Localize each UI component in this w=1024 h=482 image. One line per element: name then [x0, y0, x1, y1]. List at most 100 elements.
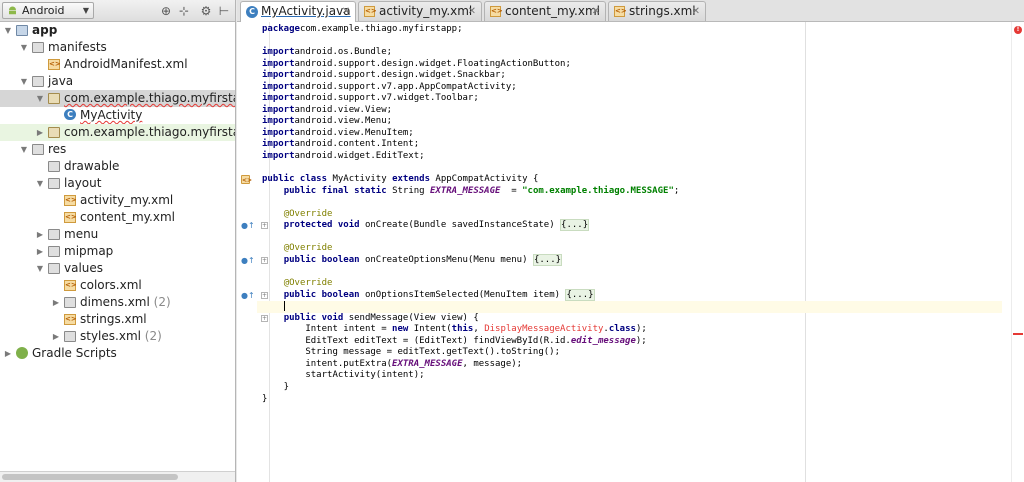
code-line[interactable]	[257, 301, 1002, 313]
override-icon[interactable]: ●↑	[241, 221, 255, 231]
code-line[interactable]: @Override	[262, 243, 1002, 255]
code-line[interactable]: packagecom.example.thiago.myfirstapp;	[262, 24, 1002, 36]
code-line[interactable]: }	[262, 382, 1002, 394]
code-line[interactable]: importandroid.content.Intent;	[262, 139, 1002, 151]
collapse-arrow-icon[interactable]: ▶	[50, 328, 62, 345]
settings-icon[interactable]: ⚙	[198, 3, 214, 19]
tree-node[interactable]: ▼ layout	[0, 175, 235, 192]
code-token: package	[262, 24, 300, 34]
sync-icon[interactable]: ⊕	[158, 3, 174, 19]
tree-node[interactable]: ▶ styles.xml (2)	[0, 328, 235, 345]
tree-node[interactable]: drawable	[0, 158, 235, 175]
code-line[interactable]	[262, 36, 1002, 48]
code-line[interactable]: importandroid.support.design.widget.Snac…	[262, 70, 1002, 82]
code-line[interactable]	[262, 232, 1002, 244]
fold-marker-icon[interactable]: +	[261, 257, 268, 264]
tree-node[interactable]: ▶ com.example.thiago.myfirstapp	[0, 124, 235, 141]
code-line[interactable]: importandroid.widget.EditText;	[262, 151, 1002, 163]
tree-node[interactable]: <> AndroidManifest.xml	[0, 56, 235, 73]
collapse-arrow-icon[interactable]: ▶	[34, 243, 46, 260]
folded-code-region[interactable]: {...}	[560, 219, 590, 232]
code-line[interactable]: @Override	[262, 278, 1002, 290]
code-line[interactable]	[262, 197, 1002, 209]
code-line[interactable]: startActivity(intent);	[262, 370, 1002, 382]
tree-node[interactable]: ▼ values	[0, 260, 235, 277]
tree-node[interactable]: ▼ manifests	[0, 39, 235, 56]
collapse-arrow-icon[interactable]: ▶	[34, 124, 46, 141]
code-line[interactable]: importandroid.view.Menu;	[262, 116, 1002, 128]
code-line[interactable]: Intent intent = new Intent(this, Display…	[262, 324, 1002, 336]
code-line[interactable]	[262, 266, 1002, 278]
editor-tab[interactable]: C MyActivity.java ✕	[240, 1, 356, 22]
code-line[interactable]: protected void onCreate(Bundle savedInst…	[262, 219, 1002, 232]
expand-arrow-icon[interactable]: ▼	[18, 39, 30, 56]
code-token: }	[262, 381, 290, 392]
editor-tab[interactable]: <> strings.xml ✕	[608, 1, 706, 21]
collapse-arrow-icon[interactable]: ▶	[50, 294, 62, 311]
tree-node[interactable]: ▶ menu	[0, 226, 235, 243]
override-icon[interactable]: ●↑	[241, 256, 255, 266]
expand-arrow-icon[interactable]: ▼	[18, 141, 30, 158]
code-line[interactable]: EditText editText = (EditText) findViewB…	[262, 336, 1002, 348]
code-line[interactable]: public boolean onOptionsItemSelected(Men…	[262, 288, 1002, 302]
project-view-selector[interactable]: Android ▼	[2, 2, 94, 19]
code-line[interactable]: public void sendMessage(View view) {	[262, 313, 1002, 325]
code-line[interactable]: @Override	[262, 209, 1002, 221]
code-line[interactable]: intent.putExtra(EXTRA_MESSAGE, message);	[262, 359, 1002, 371]
tree-node[interactable]: ▼ java	[0, 73, 235, 90]
expand-arrow-icon[interactable]: ▼	[34, 175, 46, 192]
error-status-icon[interactable]: !	[1014, 26, 1022, 34]
expand-arrow-icon[interactable]: ▼	[18, 73, 30, 90]
code-line[interactable]: importandroid.support.design.widget.Floa…	[262, 59, 1002, 71]
tree-node[interactable]: <> activity_my.xml	[0, 192, 235, 209]
expand-arrow-icon[interactable]: ▼	[34, 90, 46, 107]
tree-node[interactable]: ▶ dimens.xml (2)	[0, 294, 235, 311]
tree-node[interactable]: <> colors.xml	[0, 277, 235, 294]
code-line[interactable]: String message = editText.getText().toSt…	[262, 347, 1002, 359]
class-gutter-icon[interactable]: <>	[241, 175, 252, 185]
code-line[interactable]: importandroid.support.v7.app.AppCompatAc…	[262, 82, 1002, 94]
folded-code-region[interactable]: {...}	[565, 288, 595, 301]
fold-marker-icon[interactable]: +	[261, 314, 268, 322]
code-editor[interactable]: <> ●↑ ●↑ ●↑ packagecom.example.thiago.myfir…	[237, 22, 1024, 482]
code-line[interactable]: public class MyActivity extends AppCompa…	[262, 174, 1002, 186]
close-icon[interactable]: ✕	[692, 2, 700, 21]
code-line[interactable]: importandroid.view.View;	[262, 105, 1002, 117]
collapse-arrow-icon[interactable]: ▶	[34, 226, 46, 243]
code-line[interactable]: importandroid.support.v7.widget.Toolbar;	[262, 93, 1002, 105]
code-line[interactable]	[262, 163, 1002, 175]
code-line[interactable]: importandroid.view.MenuItem;	[262, 128, 1002, 140]
scrollbar-thumb[interactable]	[2, 474, 178, 480]
error-marker[interactable]	[1013, 333, 1023, 335]
folded-code-region[interactable]: {...}	[532, 253, 563, 266]
fold-marker-icon[interactable]: +	[261, 291, 268, 299]
close-icon[interactable]: ✕	[342, 2, 350, 21]
tree-node[interactable]: ▼ app	[0, 22, 235, 39]
tree-node[interactable]: <> content_my.xml	[0, 209, 235, 226]
expand-arrow-icon[interactable]: ▼	[2, 22, 14, 39]
tree-node[interactable]: C MyActivity	[0, 107, 235, 124]
editor-tab[interactable]: <> content_my.xml ✕	[484, 1, 606, 21]
tree-node[interactable]: ▼ com.example.thiago.myfirstapp	[0, 90, 235, 107]
project-scrollbar[interactable]	[0, 471, 235, 482]
tree-node[interactable]: ▼ res	[0, 141, 235, 158]
code-text[interactable]: packagecom.example.thiago.myfirstapp; im…	[257, 24, 1002, 406]
error-stripe[interactable]: !	[1011, 22, 1024, 482]
editor-tab[interactable]: <> activity_my.xml ✕	[358, 1, 482, 21]
code-line[interactable]: importandroid.os.Bundle;	[262, 47, 1002, 59]
code-line[interactable]: public boolean onCreateOptionsMenu(Menu …	[262, 253, 1002, 267]
close-icon[interactable]: ✕	[468, 2, 476, 21]
tree-node[interactable]: <> strings.xml	[0, 311, 235, 328]
override-icon[interactable]: ●↑	[241, 291, 255, 301]
code-token: android.os.Bundle;	[294, 47, 393, 58]
tree-node[interactable]: ▶ Gradle Scripts	[0, 345, 235, 362]
code-line[interactable]: public final static String EXTRA_MESSAGE…	[262, 186, 1002, 198]
code-line[interactable]: }	[262, 394, 1002, 406]
hide-icon[interactable]: ⊢	[216, 3, 232, 19]
close-icon[interactable]: ✕	[592, 2, 600, 21]
tree-node[interactable]: ▶ mipmap	[0, 243, 235, 260]
fold-marker-icon[interactable]: +	[261, 222, 268, 230]
expand-arrow-icon[interactable]: ▼	[34, 260, 46, 277]
collapse-arrow-icon[interactable]: ▶	[2, 345, 14, 362]
collapse-all-icon[interactable]: ⊹	[176, 3, 192, 19]
